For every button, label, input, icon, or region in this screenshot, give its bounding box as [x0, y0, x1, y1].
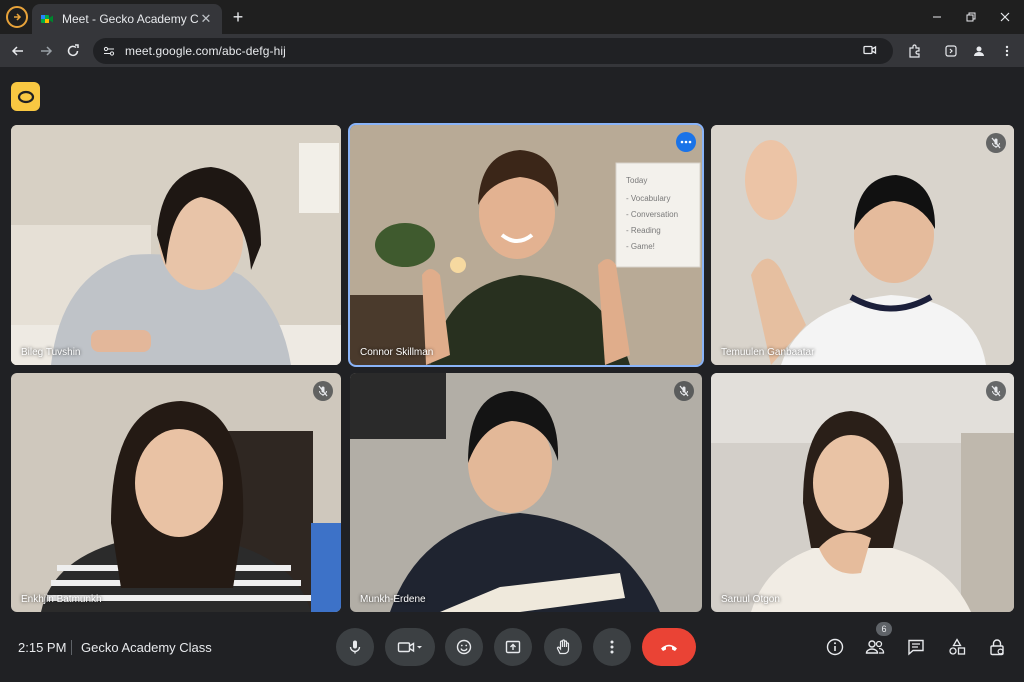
participant-tile[interactable]: Temuulen Ganbaatar: [711, 125, 1014, 365]
site-settings-icon[interactable]: [103, 45, 115, 57]
participant-tile[interactable]: Bileg Tuvshin: [11, 125, 341, 365]
tab-title: Meet - Gecko Academy Class: [62, 12, 198, 26]
leave-call-button[interactable]: [642, 628, 696, 666]
window-close-icon[interactable]: [996, 8, 1014, 26]
participant-name: Saruul Otgon: [721, 594, 780, 605]
address-bar[interactable]: meet.google.com/abc-defg-hij: [93, 38, 893, 64]
divider: [71, 640, 72, 655]
raise-hand-button[interactable]: [544, 628, 582, 666]
muted-mic-icon: [313, 381, 333, 401]
svg-text:- Conversation: - Conversation: [626, 210, 678, 219]
participant-name: Enkhjin Batmunkh: [21, 594, 102, 605]
present-button[interactable]: [494, 628, 532, 666]
camera-icon: [397, 642, 422, 653]
url-text: meet.google.com/abc-defg-hij: [125, 44, 286, 58]
chat-button[interactable]: [905, 636, 927, 658]
more-vert-icon: [610, 640, 614, 654]
raise-hand-icon: [556, 639, 570, 655]
minimize-icon[interactable]: [928, 8, 946, 26]
reload-icon[interactable]: [62, 40, 84, 62]
end-call-icon: [661, 644, 677, 651]
restore-icon[interactable]: [962, 8, 980, 26]
meeting-title: Gecko Academy Class: [81, 640, 212, 655]
whiteboard-text: Today: [626, 176, 647, 185]
participant-tile[interactable]: Munkh-Erdene: [350, 373, 702, 612]
back-icon[interactable]: [7, 40, 29, 62]
reactions-button[interactable]: [445, 628, 483, 666]
meet-companion-logo-icon[interactable]: [11, 82, 40, 111]
host-controls-button[interactable]: [986, 636, 1008, 658]
participant-video: [11, 373, 341, 612]
participant-video: [11, 125, 341, 365]
meet-favicon-icon: [41, 15, 53, 23]
meeting-time: 2:15 PM: [18, 640, 67, 655]
mic-icon: [349, 640, 361, 654]
people-button[interactable]: [864, 636, 886, 658]
camera-in-use-icon[interactable]: [863, 43, 877, 62]
info-icon: [826, 638, 844, 656]
people-icon: [865, 640, 885, 654]
browser-profile-button[interactable]: [6, 6, 28, 28]
present-icon: [505, 640, 521, 654]
extensions-icon[interactable]: [904, 40, 926, 62]
muted-mic-icon: [674, 381, 694, 401]
participant-name: Connor Skillman: [360, 347, 434, 358]
browser-menu-icon[interactable]: [996, 40, 1018, 62]
participant-video: [350, 373, 702, 612]
tile-more-options-icon[interactable]: [676, 132, 696, 152]
activities-button[interactable]: [946, 636, 968, 658]
browser-tab-meet[interactable]: Meet - Gecko Academy Class ✕: [32, 4, 222, 34]
camera-button[interactable]: [385, 628, 435, 666]
participant-video: [711, 373, 1014, 612]
muted-mic-icon: [986, 381, 1006, 401]
participant-name: Munkh-Erdene: [360, 594, 426, 605]
participant-tile-active[interactable]: Today - Vocabulary - Conversation - Read…: [348, 123, 704, 367]
browser-toolbar: meet.google.com/abc-defg-hij: [0, 34, 1024, 67]
participant-tile[interactable]: Enkhjin Batmunkh: [11, 373, 341, 612]
participant-count-badge: 6: [876, 622, 892, 636]
svg-text:- Game!: - Game!: [626, 242, 655, 251]
participant-tile[interactable]: Saruul Otgon: [711, 373, 1014, 612]
svg-text:- Reading: - Reading: [626, 226, 661, 235]
browser-tab-bar: Meet - Gecko Academy Class ✕ +: [0, 0, 1024, 34]
new-tab-button[interactable]: +: [228, 7, 248, 27]
host-controls-icon: [990, 639, 1004, 656]
participant-video: Today - Vocabulary - Conversation - Read…: [350, 125, 702, 365]
tab-close-icon[interactable]: ✕: [198, 11, 214, 27]
muted-mic-icon: [986, 133, 1006, 153]
participant-video: [711, 125, 1014, 365]
arrow-right-icon: [14, 13, 22, 21]
participant-name: Bileg Tuvshin: [21, 347, 81, 358]
chat-icon: [908, 639, 924, 656]
account-icon[interactable]: [968, 40, 990, 62]
side-panel-icon[interactable]: [940, 40, 962, 62]
activities-icon: [949, 638, 966, 655]
more-options-button[interactable]: [593, 628, 631, 666]
forward-icon[interactable]: [35, 40, 57, 62]
svg-text:- Vocabulary: - Vocabulary: [626, 194, 670, 203]
emoji-icon: [456, 639, 472, 655]
participant-name: Temuulen Ganbaatar: [721, 347, 815, 358]
mic-button[interactable]: [336, 628, 374, 666]
meeting-details-button[interactable]: [824, 636, 846, 658]
